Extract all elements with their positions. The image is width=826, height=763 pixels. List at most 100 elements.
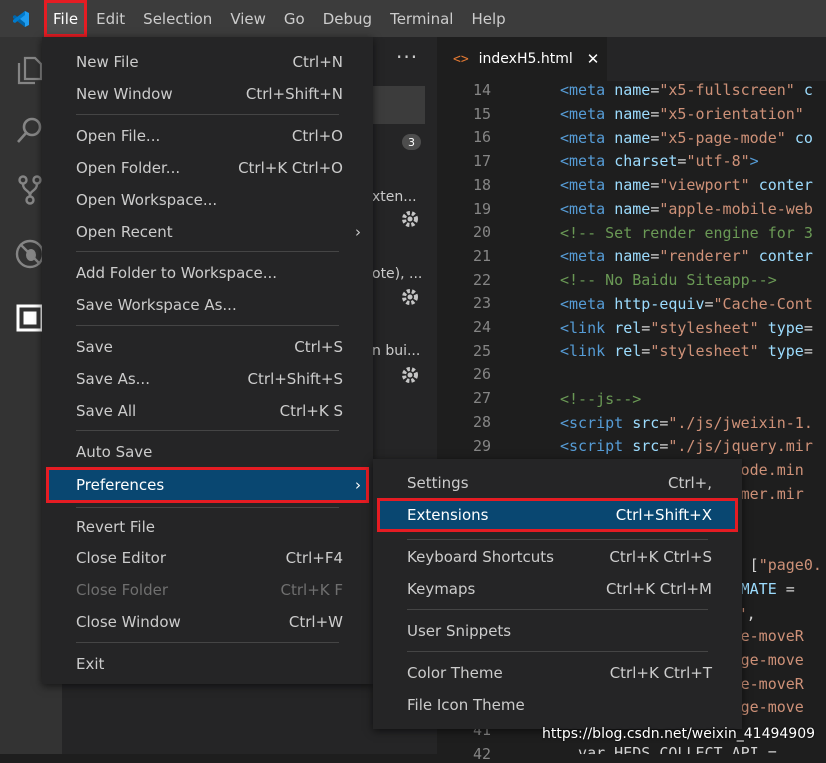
menu-item-new-window[interactable]: New Window Ctrl+Shift+N: [46, 78, 369, 110]
menu-item-shortcut: Ctrl+K Ctrl+O: [238, 159, 343, 177]
menu-item-add-folder[interactable]: Add Folder to Workspace...: [46, 257, 369, 289]
menu-item-label: Keymaps: [407, 580, 476, 598]
editor-tab-bar: <> indexH5.html ✕: [437, 37, 826, 81]
extension-item-desc[interactable]: ote), ...: [372, 266, 432, 282]
html-file-icon: <>: [453, 51, 469, 67]
menu-item-shortcut: Ctrl+K Ctrl+M: [605, 580, 712, 598]
more-actions-icon[interactable]: ···: [396, 45, 418, 69]
menu-item-shortcut: Ctrl+Shift+S: [247, 370, 343, 388]
line-number: 14: [472, 81, 491, 99]
line-number: 18: [472, 175, 491, 194]
menu-item-label: Close Editor: [76, 549, 167, 567]
menu-item-settings[interactable]: Settings Ctrl+,: [377, 467, 738, 499]
menu-item-label: Settings: [407, 474, 469, 492]
menu-edit[interactable]: Edit: [87, 0, 134, 37]
menu-item-new-file[interactable]: New File Ctrl+N: [46, 46, 369, 78]
menu-item-shortcut: Ctrl+N: [292, 53, 343, 71]
menu-separator: [76, 251, 339, 252]
menu-item-color-theme[interactable]: Color Theme Ctrl+K Ctrl+T: [377, 657, 738, 689]
menu-item-shortcut: Ctrl+,: [667, 474, 712, 492]
line-number: 17: [472, 152, 491, 171]
menu-separator: [76, 325, 339, 326]
menu-separator: [407, 651, 708, 652]
menu-item-label: Preferences: [76, 476, 165, 494]
close-icon[interactable]: ✕: [587, 50, 600, 68]
extension-item-desc[interactable]: xten...: [372, 189, 432, 205]
code-line: <meta name="apple-mobile-web: [560, 200, 813, 218]
menu-item-open-recent[interactable]: Open Recent ›: [46, 216, 369, 248]
menu-item-label: File Icon Theme: [407, 696, 525, 714]
code-line: <script src="./js/jweixin-1.: [560, 414, 813, 432]
menu-item-shortcut: Ctrl+W: [288, 613, 343, 631]
menu-item-close-window[interactable]: Close Window Ctrl+W: [46, 606, 369, 638]
menu-item-label: Save Workspace As...: [76, 296, 237, 314]
watermark: https://blog.csdn.net/weixin_41494909: [542, 726, 816, 742]
menu-separator: [407, 609, 708, 610]
menu-item-preferences[interactable]: Preferences ›: [46, 467, 369, 503]
menu-item-close-folder: Close Folder Ctrl+K F: [46, 574, 369, 606]
menu-separator: [76, 507, 339, 508]
menu-item-shortcut: Ctrl+F4: [285, 549, 343, 567]
line-number: 24: [472, 318, 491, 336]
menu-item-shortcut: Ctrl+K F: [280, 581, 344, 599]
gear-icon[interactable]: [400, 365, 420, 385]
menu-separator: [76, 642, 339, 643]
menu-item-open-folder[interactable]: Open Folder... Ctrl+K Ctrl+O: [46, 152, 369, 184]
menu-item-open-file[interactable]: Open File... Ctrl+O: [46, 120, 369, 152]
menu-item-label: Exit: [76, 655, 105, 673]
menu-item-extensions[interactable]: Extensions Ctrl+Shift+X: [377, 498, 738, 532]
code-line: <meta name="renderer" conter: [560, 247, 813, 265]
gear-icon[interactable]: [400, 287, 420, 307]
code-line: <!--js-->: [560, 390, 642, 408]
menu-item-keyboard-shortcuts[interactable]: Keyboard Shortcuts Ctrl+K Ctrl+S: [377, 541, 738, 573]
gear-icon[interactable]: [400, 209, 420, 229]
code-line: <!-- Set render engine for 3: [560, 224, 813, 242]
menu-item-save-as[interactable]: Save As... Ctrl+Shift+S: [46, 363, 369, 395]
menu-item-save-all[interactable]: Save All Ctrl+K S: [46, 395, 369, 427]
code-line: <script src="./js/jquery.mir: [560, 437, 813, 455]
menu-help[interactable]: Help: [462, 0, 514, 37]
menu-selection[interactable]: Selection: [134, 0, 221, 37]
menu-item-label: Color Theme: [407, 664, 503, 682]
menu-item-revert-file[interactable]: Revert File: [46, 511, 369, 543]
menu-item-close-editor[interactable]: Close Editor Ctrl+F4: [46, 542, 369, 574]
menu-item-label: Keyboard Shortcuts: [407, 548, 554, 566]
menu-item-label: Extensions: [407, 506, 489, 524]
menu-item-label: Add Folder to Workspace...: [76, 264, 278, 282]
count-badge: 3: [402, 134, 421, 150]
code-line: <!-- No Baidu Siteapp-->: [560, 271, 777, 289]
menu-debug[interactable]: Debug: [314, 0, 381, 37]
code-line: <meta name="x5-page-mode" co: [560, 129, 813, 147]
menu-view[interactable]: View: [221, 0, 275, 37]
line-number: 20: [472, 223, 491, 242]
menu-item-file-icon-theme[interactable]: File Icon Theme: [377, 689, 738, 721]
menu-terminal[interactable]: Terminal: [381, 0, 462, 37]
menu-separator: [76, 114, 339, 115]
line-number: 27: [472, 389, 491, 408]
menu-item-shortcut: Ctrl+K S: [279, 402, 343, 420]
menu-item-exit[interactable]: Exit: [46, 648, 369, 680]
menu-item-save-workspace-as[interactable]: Save Workspace As...: [46, 289, 369, 321]
editor-tab[interactable]: <> indexH5.html ✕: [437, 37, 607, 81]
menu-item-label: New File: [76, 53, 139, 71]
menu-separator: [407, 539, 708, 540]
extension-item-desc[interactable]: n bui...: [372, 343, 432, 359]
menu-item-open-workspace[interactable]: Open Workspace...: [46, 184, 369, 216]
menu-item-label: Close Window: [76, 613, 181, 631]
line-number: 28: [472, 412, 491, 431]
vscode-logo-icon: [0, 0, 42, 37]
line-number: 26: [472, 365, 491, 384]
line-number: 29: [472, 436, 491, 455]
menu-file[interactable]: File: [44, 0, 88, 37]
menu-go[interactable]: Go: [275, 0, 314, 37]
menu-item-keymaps[interactable]: Keymaps Ctrl+K Ctrl+M: [377, 573, 738, 605]
preferences-submenu: Settings Ctrl+, Extensions Ctrl+Shift+X …: [373, 459, 742, 729]
menu-item-label: Open File...: [76, 127, 161, 145]
menu-item-user-snippets[interactable]: User Snippets: [377, 615, 738, 647]
menu-item-label: Revert File: [76, 518, 155, 536]
menu-item-auto-save[interactable]: Auto Save: [46, 436, 369, 468]
menu-item-label: Save: [76, 338, 113, 356]
menu-item-save[interactable]: Save Ctrl+S: [46, 331, 369, 363]
file-menu: New File Ctrl+N New Window Ctrl+Shift+N …: [42, 37, 373, 684]
line-number: 23: [472, 294, 491, 313]
